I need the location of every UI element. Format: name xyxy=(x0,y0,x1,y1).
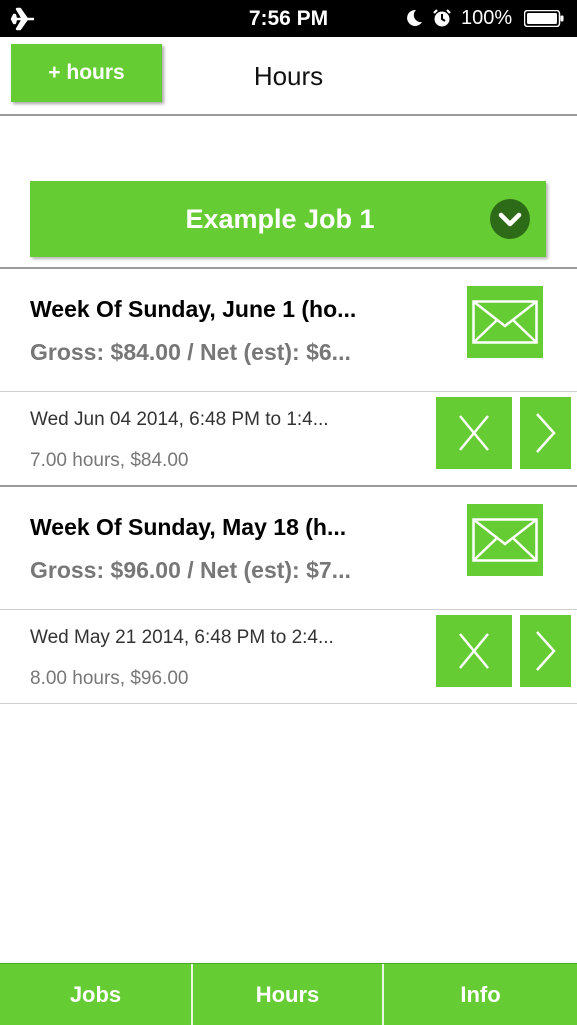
job-selector-label: Example Job 1 xyxy=(185,204,375,234)
status-bar: 7:56 PM 100% xyxy=(0,0,577,37)
week-summary: Gross: $84.00 / Net (est): $6... xyxy=(30,339,351,365)
battery-icon xyxy=(524,10,564,27)
hours-entry-row[interactable]: Wed Jun 04 2014, 6:48 PM to 1:4... 7.00 … xyxy=(0,392,577,485)
week-header[interactable]: Week Of Sunday, May 18 (h... Gross: $96.… xyxy=(0,487,577,609)
tab-jobs[interactable]: Jobs xyxy=(0,964,191,1025)
tab-bar: Jobs Hours Info xyxy=(0,963,577,1025)
entry-title: Wed Jun 04 2014, 6:48 PM to 1:4... xyxy=(30,409,329,430)
email-week-button[interactable] xyxy=(467,286,543,358)
entry-detail: 7.00 hours, $84.00 xyxy=(30,450,189,471)
tab-hours[interactable]: Hours xyxy=(193,964,382,1025)
alarm-icon xyxy=(433,9,451,27)
week-summary: Gross: $96.00 / Net (est): $7... xyxy=(30,557,351,583)
job-selector[interactable]: Example Job 1 xyxy=(30,181,546,257)
email-week-button[interactable] xyxy=(467,504,543,576)
open-entry-button[interactable] xyxy=(520,397,571,469)
open-entry-button[interactable] xyxy=(520,615,571,687)
delete-entry-button[interactable] xyxy=(436,397,512,469)
entry-title: Wed May 21 2014, 6:48 PM to 2:4... xyxy=(30,627,334,648)
nav-bar: + hours Hours xyxy=(0,37,577,116)
chevron-down-icon xyxy=(490,199,530,239)
close-icon xyxy=(459,633,489,669)
close-icon xyxy=(459,415,489,451)
hours-entry-row[interactable]: Wed May 21 2014, 6:48 PM to 2:4... 8.00 … xyxy=(0,610,577,703)
week-header[interactable]: Week Of Sunday, June 1 (ho... Gross: $84… xyxy=(0,269,577,391)
moon-icon xyxy=(407,9,422,26)
entry-detail: 8.00 hours, $96.00 xyxy=(30,668,189,689)
row-divider xyxy=(0,703,577,704)
delete-entry-button[interactable] xyxy=(436,615,512,687)
battery-percent: 100% xyxy=(461,7,513,29)
tab-info[interactable]: Info xyxy=(384,964,577,1025)
week-title: Week Of Sunday, May 18 (h... xyxy=(30,514,347,540)
envelope-icon xyxy=(472,300,538,344)
chevron-right-icon xyxy=(536,413,556,453)
page-title: Hours xyxy=(253,61,324,91)
envelope-icon xyxy=(472,518,538,562)
chevron-right-icon xyxy=(536,631,556,671)
week-title: Week Of Sunday, June 1 (ho... xyxy=(30,296,357,322)
